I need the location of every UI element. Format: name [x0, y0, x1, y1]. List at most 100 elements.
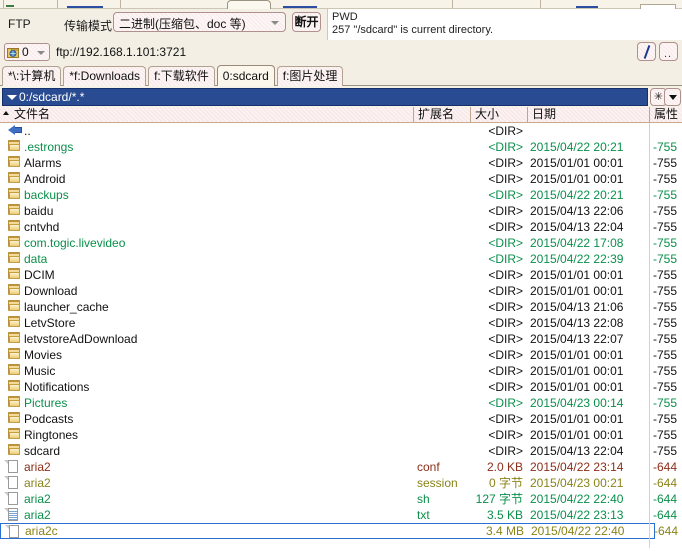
- folder-icon: [8, 204, 22, 218]
- folder-icon: [8, 140, 22, 154]
- file-date: 2015/04/13 22:04: [530, 444, 623, 458]
- file-row[interactable]: aria2sh127 字节2015/04/22 22:40-644: [0, 491, 682, 507]
- file-row[interactable]: com.togic.livevideo<DIR>2015/04/22 17:08…: [0, 235, 682, 251]
- file-row[interactable]: Podcasts<DIR>2015/01/01 00:01-755: [0, 411, 682, 427]
- tab-2[interactable]: f:下载软件: [148, 66, 215, 86]
- tab-label: f:下载软件: [154, 69, 209, 83]
- tab-1[interactable]: *f:Downloads: [63, 66, 146, 86]
- tab-strip: *\:计算机 *f:Downloads f:下载软件 0:sdcard f:图片处理: [0, 64, 682, 86]
- file-date: 2015/01/01 00:01: [530, 348, 623, 362]
- file-size: <DIR>: [470, 316, 523, 330]
- file-size: <DIR>: [470, 252, 523, 266]
- transfer-mode-value: 二进制(压缩包、doc 等): [119, 15, 246, 32]
- file-attributes: -755: [653, 364, 677, 378]
- file-name: Ringtones: [24, 428, 78, 442]
- file-date: 2015/04/23 00:14: [530, 396, 623, 410]
- file-row[interactable]: Notifications<DIR>2015/01/01 00:01-755: [0, 379, 682, 395]
- file-row[interactable]: sdcard<DIR>2015/04/13 22:04-755: [0, 443, 682, 459]
- file-row[interactable]: .. <DIR>: [0, 123, 682, 139]
- file-row[interactable]: .estrongs<DIR>2015/04/22 20:21-755: [0, 139, 682, 155]
- file-date: 2015/01/01 00:01: [530, 284, 623, 298]
- folder-icon: [8, 380, 22, 394]
- file-attributes: -755: [653, 316, 677, 330]
- file-list[interactable]: ..<DIR>.estrongs<DIR>2015/04/22 20:21-75…: [0, 123, 682, 559]
- file-attributes: -644: [654, 524, 678, 538]
- upper-toolbar-sliver: [0, 0, 682, 9]
- column-header-size[interactable]: 大小: [470, 107, 527, 122]
- file-mask-bar[interactable]: 0:/sdcard/*.*: [2, 88, 648, 106]
- file-attributes: -755: [653, 380, 677, 394]
- document-icon: [8, 492, 22, 506]
- file-attributes: -755: [653, 204, 677, 218]
- backslash-icon: [644, 45, 651, 59]
- file-row[interactable]: aria2c3.4 MB2015/04/22 22:40-644: [0, 523, 655, 539]
- file-row[interactable]: aria2session0 字节2015/04/23 00:21-644: [0, 475, 682, 491]
- file-name: letvstoreAdDownload: [24, 332, 137, 346]
- file-row[interactable]: backups<DIR>2015/04/22 20:21-755: [0, 187, 682, 203]
- file-row[interactable]: launcher_cache<DIR>2015/04/13 21:06-755: [0, 299, 682, 315]
- status-response: 257 "/sdcard" is current directory.: [332, 24, 682, 37]
- file-attributes: -755: [653, 348, 677, 362]
- file-row[interactable]: baidu<DIR>2015/04/13 22:06-755: [0, 203, 682, 219]
- file-date: 2015/01/01 00:01: [530, 156, 623, 170]
- go-root-button[interactable]: [637, 42, 656, 61]
- file-name: DCIM: [24, 268, 55, 282]
- file-row[interactable]: LetvStore<DIR>2015/04/13 22:08-755: [0, 315, 682, 331]
- file-attributes: -755: [653, 188, 677, 202]
- file-size: <DIR>: [470, 348, 523, 362]
- ftp-toolbar: FTP 传输模式 二进制(压缩包、doc 等) 断开 PWD 257 "/sdc…: [0, 9, 682, 40]
- folder-icon: [8, 444, 22, 458]
- file-date: 2015/04/22 22:39: [530, 252, 623, 266]
- file-row[interactable]: Movies<DIR>2015/01/01 00:01-755: [0, 347, 682, 363]
- chevron-down-icon: [669, 95, 677, 100]
- file-date: 2015/01/01 00:01: [530, 364, 623, 378]
- transfer-mode-select[interactable]: 二进制(压缩包、doc 等): [113, 12, 286, 32]
- tab-label: f:图片处理: [283, 69, 338, 83]
- column-header-filename[interactable]: 文件名: [0, 107, 413, 122]
- file-size: <DIR>: [470, 204, 523, 218]
- file-row[interactable]: aria2conf2.0 KB2015/04/22 23:14-644: [0, 459, 682, 475]
- tab-0[interactable]: *\:计算机: [2, 66, 61, 86]
- file-row[interactable]: DCIM<DIR>2015/01/01 00:01-755: [0, 267, 682, 283]
- column-header-date[interactable]: 日期: [527, 107, 649, 122]
- chevron-down-icon: [271, 21, 279, 25]
- file-row[interactable]: Android<DIR>2015/01/01 00:01-755: [0, 171, 682, 187]
- folder-icon: [8, 220, 22, 234]
- file-attributes: -755: [653, 140, 677, 154]
- file-attributes: -755: [653, 172, 677, 186]
- file-row[interactable]: Music<DIR>2015/01/01 00:01-755: [0, 363, 682, 379]
- file-row[interactable]: Ringtones<DIR>2015/01/01 00:01-755: [0, 427, 682, 443]
- folder-icon: [8, 156, 22, 170]
- file-row[interactable]: cntvhd<DIR>2015/04/13 22:04-755: [0, 219, 682, 235]
- file-size: <DIR>: [470, 124, 523, 138]
- file-attributes: -755: [653, 412, 677, 426]
- drive-select[interactable]: 0: [4, 43, 50, 61]
- go-up-button[interactable]: ..: [659, 42, 678, 61]
- file-date: 2015/04/22 23:13: [530, 508, 623, 522]
- column-header-attributes[interactable]: 属性: [649, 107, 682, 122]
- mask-dropdown-button[interactable]: [664, 88, 681, 106]
- file-row[interactable]: Pictures<DIR>2015/04/23 00:14-755: [0, 395, 682, 411]
- folder-icon: [8, 284, 22, 298]
- tab-label: 0:sdcard: [223, 69, 269, 83]
- document-icon: [9, 525, 23, 539]
- tab-label: *\:计算机: [8, 69, 55, 83]
- file-attributes: -755: [653, 236, 677, 250]
- file-attributes: -755: [653, 396, 677, 410]
- file-row[interactable]: Alarms<DIR>2015/01/01 00:01-755: [0, 155, 682, 171]
- file-name: ..: [24, 124, 31, 138]
- tab-3[interactable]: 0:sdcard: [217, 65, 275, 86]
- tab-4[interactable]: f:图片处理: [277, 66, 344, 86]
- file-row[interactable]: Download<DIR>2015/01/01 00:01-755: [0, 283, 682, 299]
- protocol-label: FTP: [8, 17, 31, 31]
- disconnect-button[interactable]: 断开: [292, 12, 321, 32]
- file-date: 2015/04/13 22:08: [530, 316, 623, 330]
- file-row[interactable]: letvstoreAdDownload<DIR>2015/04/13 22:07…: [0, 331, 682, 347]
- column-header-extension[interactable]: 扩展名: [413, 107, 470, 122]
- file-name: aria2: [24, 460, 51, 474]
- file-row[interactable]: data<DIR>2015/04/22 22:39-755: [0, 251, 682, 267]
- file-attributes: -755: [653, 332, 677, 346]
- file-row[interactable]: aria2txt3.5 KB2015/04/22 23:13-644: [0, 507, 682, 523]
- file-size: 127 字节: [470, 492, 523, 506]
- address-url[interactable]: ftp://192.168.1.101:3721: [56, 45, 186, 59]
